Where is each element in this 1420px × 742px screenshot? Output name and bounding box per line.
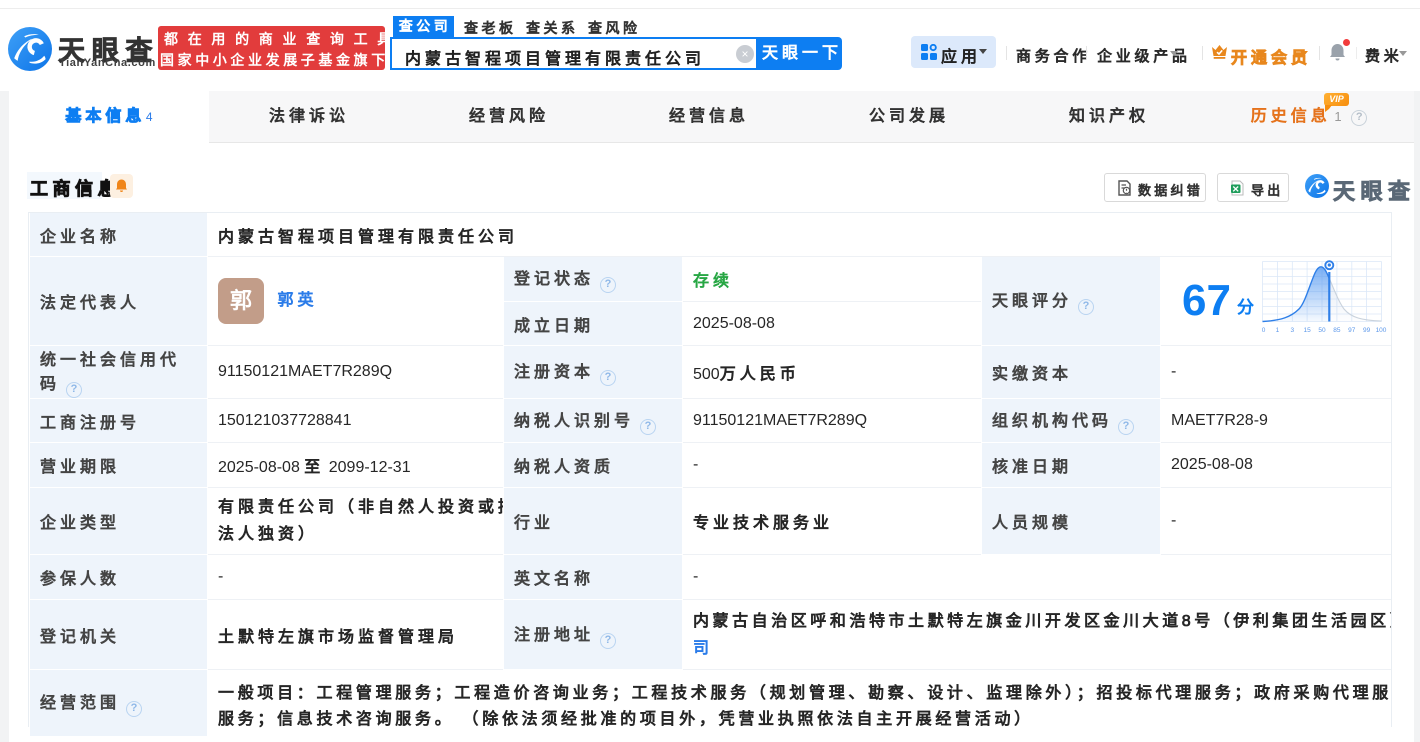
- svg-text:97: 97: [1348, 327, 1356, 334]
- svg-text:99: 99: [1363, 327, 1371, 334]
- svg-text:15: 15: [1303, 327, 1311, 334]
- svg-text:85: 85: [1333, 327, 1341, 334]
- svg-text:1: 1: [1276, 327, 1280, 334]
- svg-text:50: 50: [1318, 327, 1326, 334]
- svg-text:100: 100: [1376, 327, 1387, 334]
- svg-text:3: 3: [1290, 327, 1294, 334]
- svg-text:0: 0: [1262, 327, 1266, 334]
